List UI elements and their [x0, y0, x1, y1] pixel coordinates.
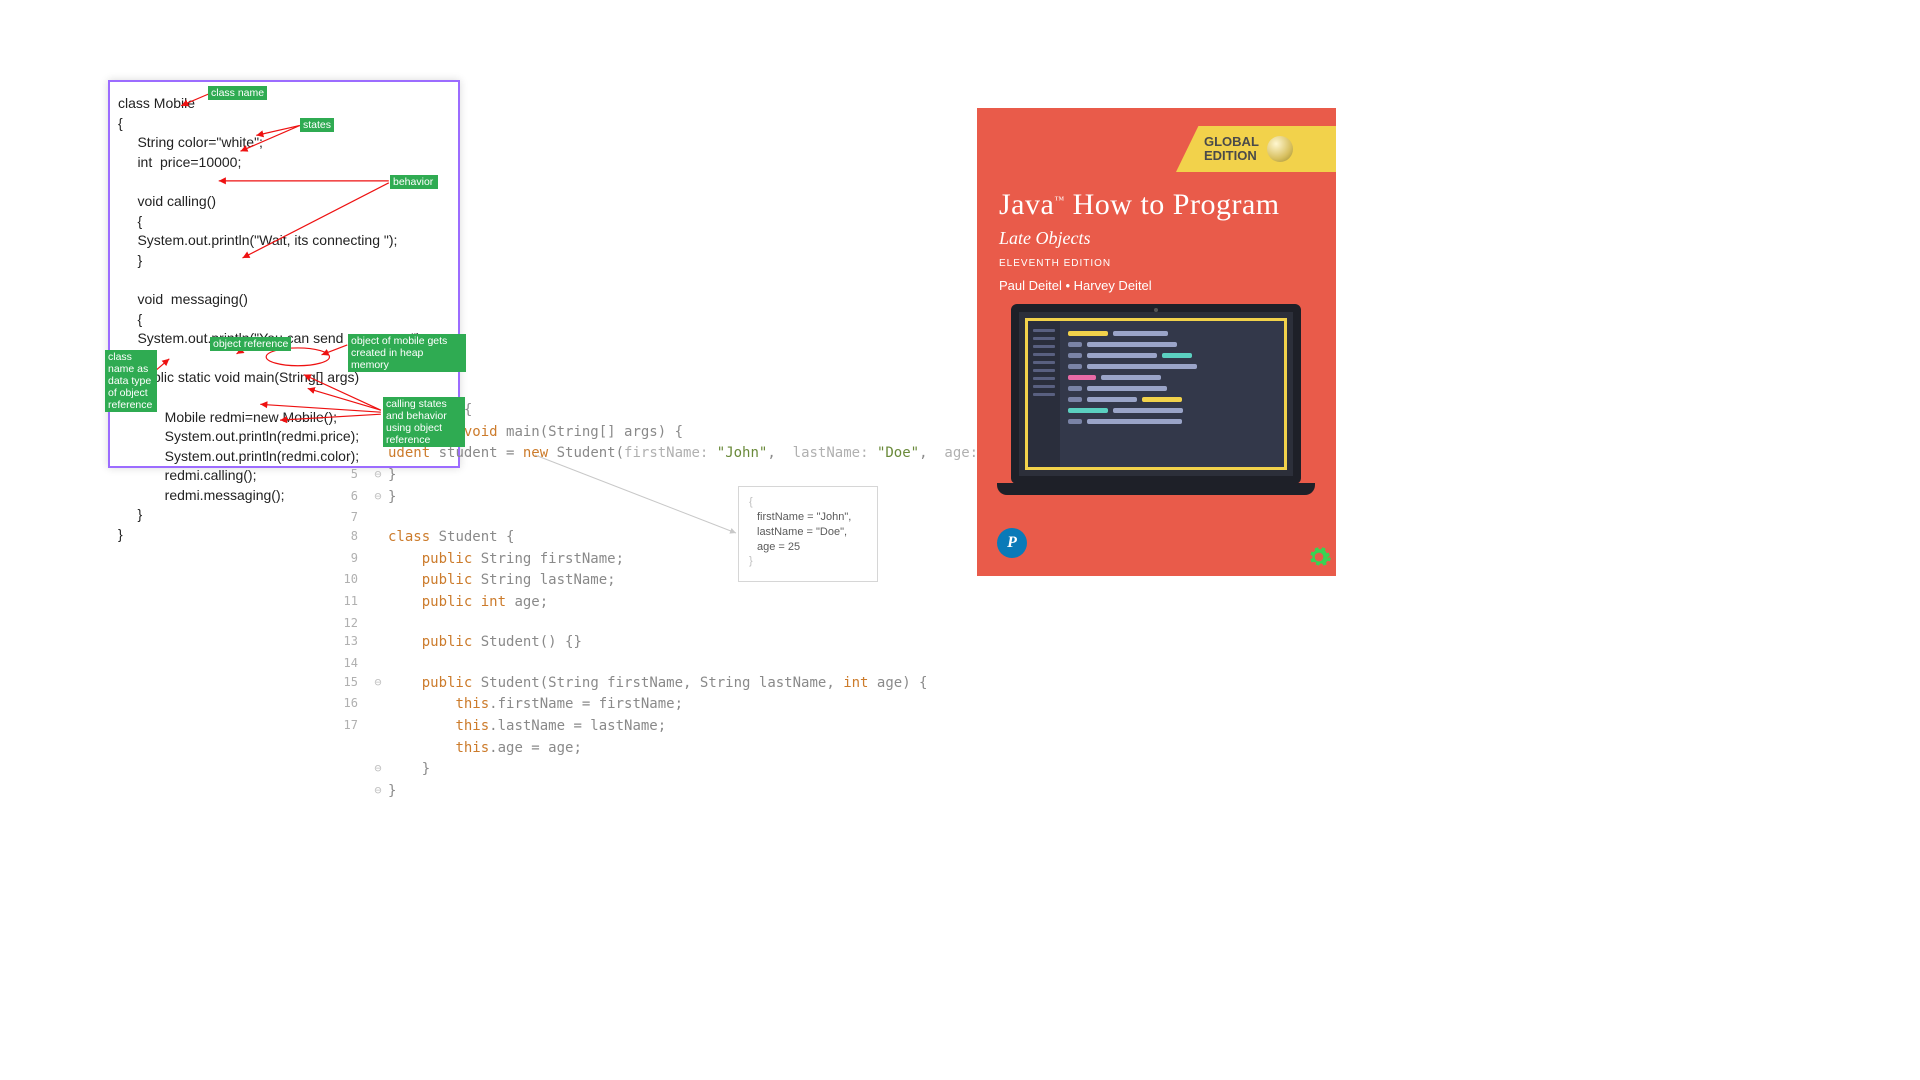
ide-line: 17 this.lastName = lastName; [340, 716, 980, 738]
book-authors: Paul Deitel • Harvey Deitel [999, 278, 1152, 293]
popup-brace-close: } [749, 554, 867, 569]
ide-line: this.age = age; [340, 738, 980, 760]
gear-icon [1306, 544, 1332, 570]
book-edition: ELEVENTH EDITION [999, 258, 1111, 269]
popup-line-3: age = 25 [749, 540, 867, 555]
popup-line-1: firstName = "John", [749, 510, 867, 525]
laptop-sidebar [1028, 321, 1060, 467]
anno-class-name: class name [208, 86, 267, 100]
ide-line: 14 [340, 654, 980, 673]
ide-line: ⊖ } [340, 759, 980, 781]
anno-object-reference: object reference [210, 337, 291, 351]
laptop-editor [1060, 321, 1284, 467]
banner-text: GLOBALEDITION [1204, 135, 1259, 162]
book-cover: GLOBALEDITION Java™ How to Program Late … [977, 108, 1336, 576]
anno-calling-using-ref: calling states and behavior using object… [383, 397, 465, 447]
ide-line: 7 [340, 508, 980, 527]
pearson-logo-icon: P [997, 528, 1027, 558]
ide-student-code: ass Main {c static void main(String[] ar… [340, 400, 980, 803]
popup-brace-open: { [749, 495, 867, 510]
popup-line-2: lastName = "Doe", [749, 525, 867, 540]
ide-line: 11 public int age; [340, 592, 980, 614]
ide-line: 5⊖} [340, 465, 980, 487]
mobile-class-diagram: class Mobile { String color="white"; int… [108, 80, 460, 468]
global-edition-banner: GLOBALEDITION [1176, 126, 1336, 172]
ide-line: 6⊖} [340, 487, 980, 509]
title-pre: Java [999, 188, 1054, 221]
anno-class-as-datatype: class name as data type of object refere… [105, 350, 157, 412]
book-title: Java™ How to Program [999, 188, 1280, 222]
anno-object-created: object of mobile gets created in heap me… [348, 334, 466, 372]
laptop-illustration [997, 304, 1315, 514]
ide-line: ⊖} [340, 781, 980, 803]
ide-line: 12 [340, 614, 980, 633]
anno-behavior: behavior [390, 175, 438, 189]
ide-line: 16 this.firstName = firstName; [340, 694, 980, 716]
ide-line: 9 public String firstName; [340, 549, 980, 571]
trademark-icon: ™ [1054, 195, 1064, 206]
globe-icon [1267, 136, 1293, 162]
ide-line: 13 public Student() {} [340, 632, 980, 654]
ide-line: 8class Student { [340, 527, 980, 549]
title-post: How to Program [1065, 188, 1280, 221]
ide-line: 15⊖ public Student(String firstName, Str… [340, 673, 980, 695]
object-inspector-popup: { firstName = "John", lastName = "Doe", … [738, 486, 878, 582]
book-subtitle: Late Objects [999, 228, 1091, 249]
ide-line: 10 public String lastName; [340, 570, 980, 592]
anno-states: states [300, 118, 334, 132]
